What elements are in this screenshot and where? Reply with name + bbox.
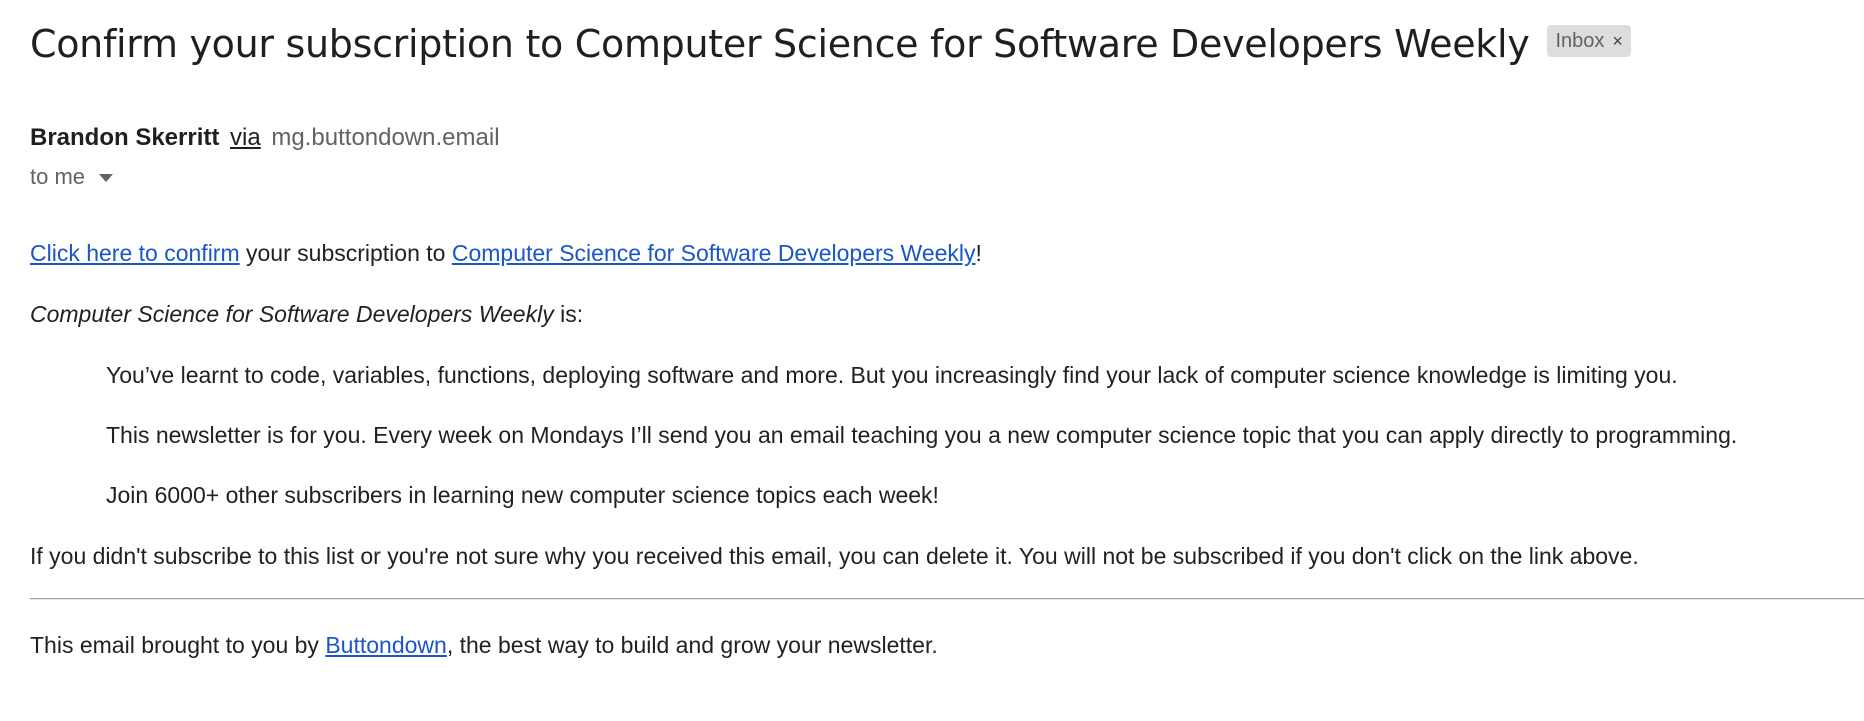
sender-domain: mg.buttondown.email [271, 124, 500, 151]
description-line-2: This newsletter is for you. Every week o… [106, 422, 1738, 448]
subject-row: Confirm your subscription to Computer Sc… [30, 18, 1631, 70]
description-line-1: You’ve learnt to code, variables, functi… [106, 362, 1678, 388]
disclaimer-paragraph: If you didn't subscribe to this list or … [30, 543, 1639, 569]
caret-down-icon[interactable] [99, 174, 114, 182]
newsletter-link[interactable]: Computer Science for Software Developers… [452, 240, 976, 266]
description-line-3: Join 6000+ other subscribers in learning… [106, 482, 939, 508]
intro-paragraph: Computer Science for Software Developers… [30, 301, 1850, 328]
via-link[interactable]: via [230, 124, 261, 151]
close-icon[interactable]: × [1612, 27, 1623, 55]
email-subject: Confirm your subscription to Computer Sc… [30, 22, 1530, 66]
footer-paragraph: This email brought to you by Buttondown,… [30, 632, 1850, 659]
sender-name[interactable]: Brandon Skerritt [30, 124, 219, 151]
recipient-text: to me [30, 164, 86, 189]
footer-suffix-text: , the best way to build and grow your ne… [446, 632, 938, 658]
buttondown-link[interactable]: Buttondown [325, 632, 446, 658]
newsletter-name: Computer Science for Software Developers… [30, 301, 554, 327]
sender-info: Brandon Skerritt via mg.buttondown.email [30, 124, 500, 152]
footer-prefix-text: This email brought to you by [30, 632, 326, 658]
confirm-end-text: ! [975, 240, 982, 266]
horizontal-divider [30, 598, 1864, 600]
confirm-link[interactable]: Click here to confirm [30, 240, 240, 266]
confirm-paragraph: Click here to confirm your subscription … [30, 240, 1850, 267]
intro-rest-text: is: [553, 301, 584, 327]
recipient-row: to me [30, 164, 114, 190]
label-text: Inbox [1555, 30, 1605, 52]
confirm-middle-text: your subscription to [239, 240, 452, 266]
inbox-label-chip[interactable]: Inbox × [1547, 25, 1631, 57]
